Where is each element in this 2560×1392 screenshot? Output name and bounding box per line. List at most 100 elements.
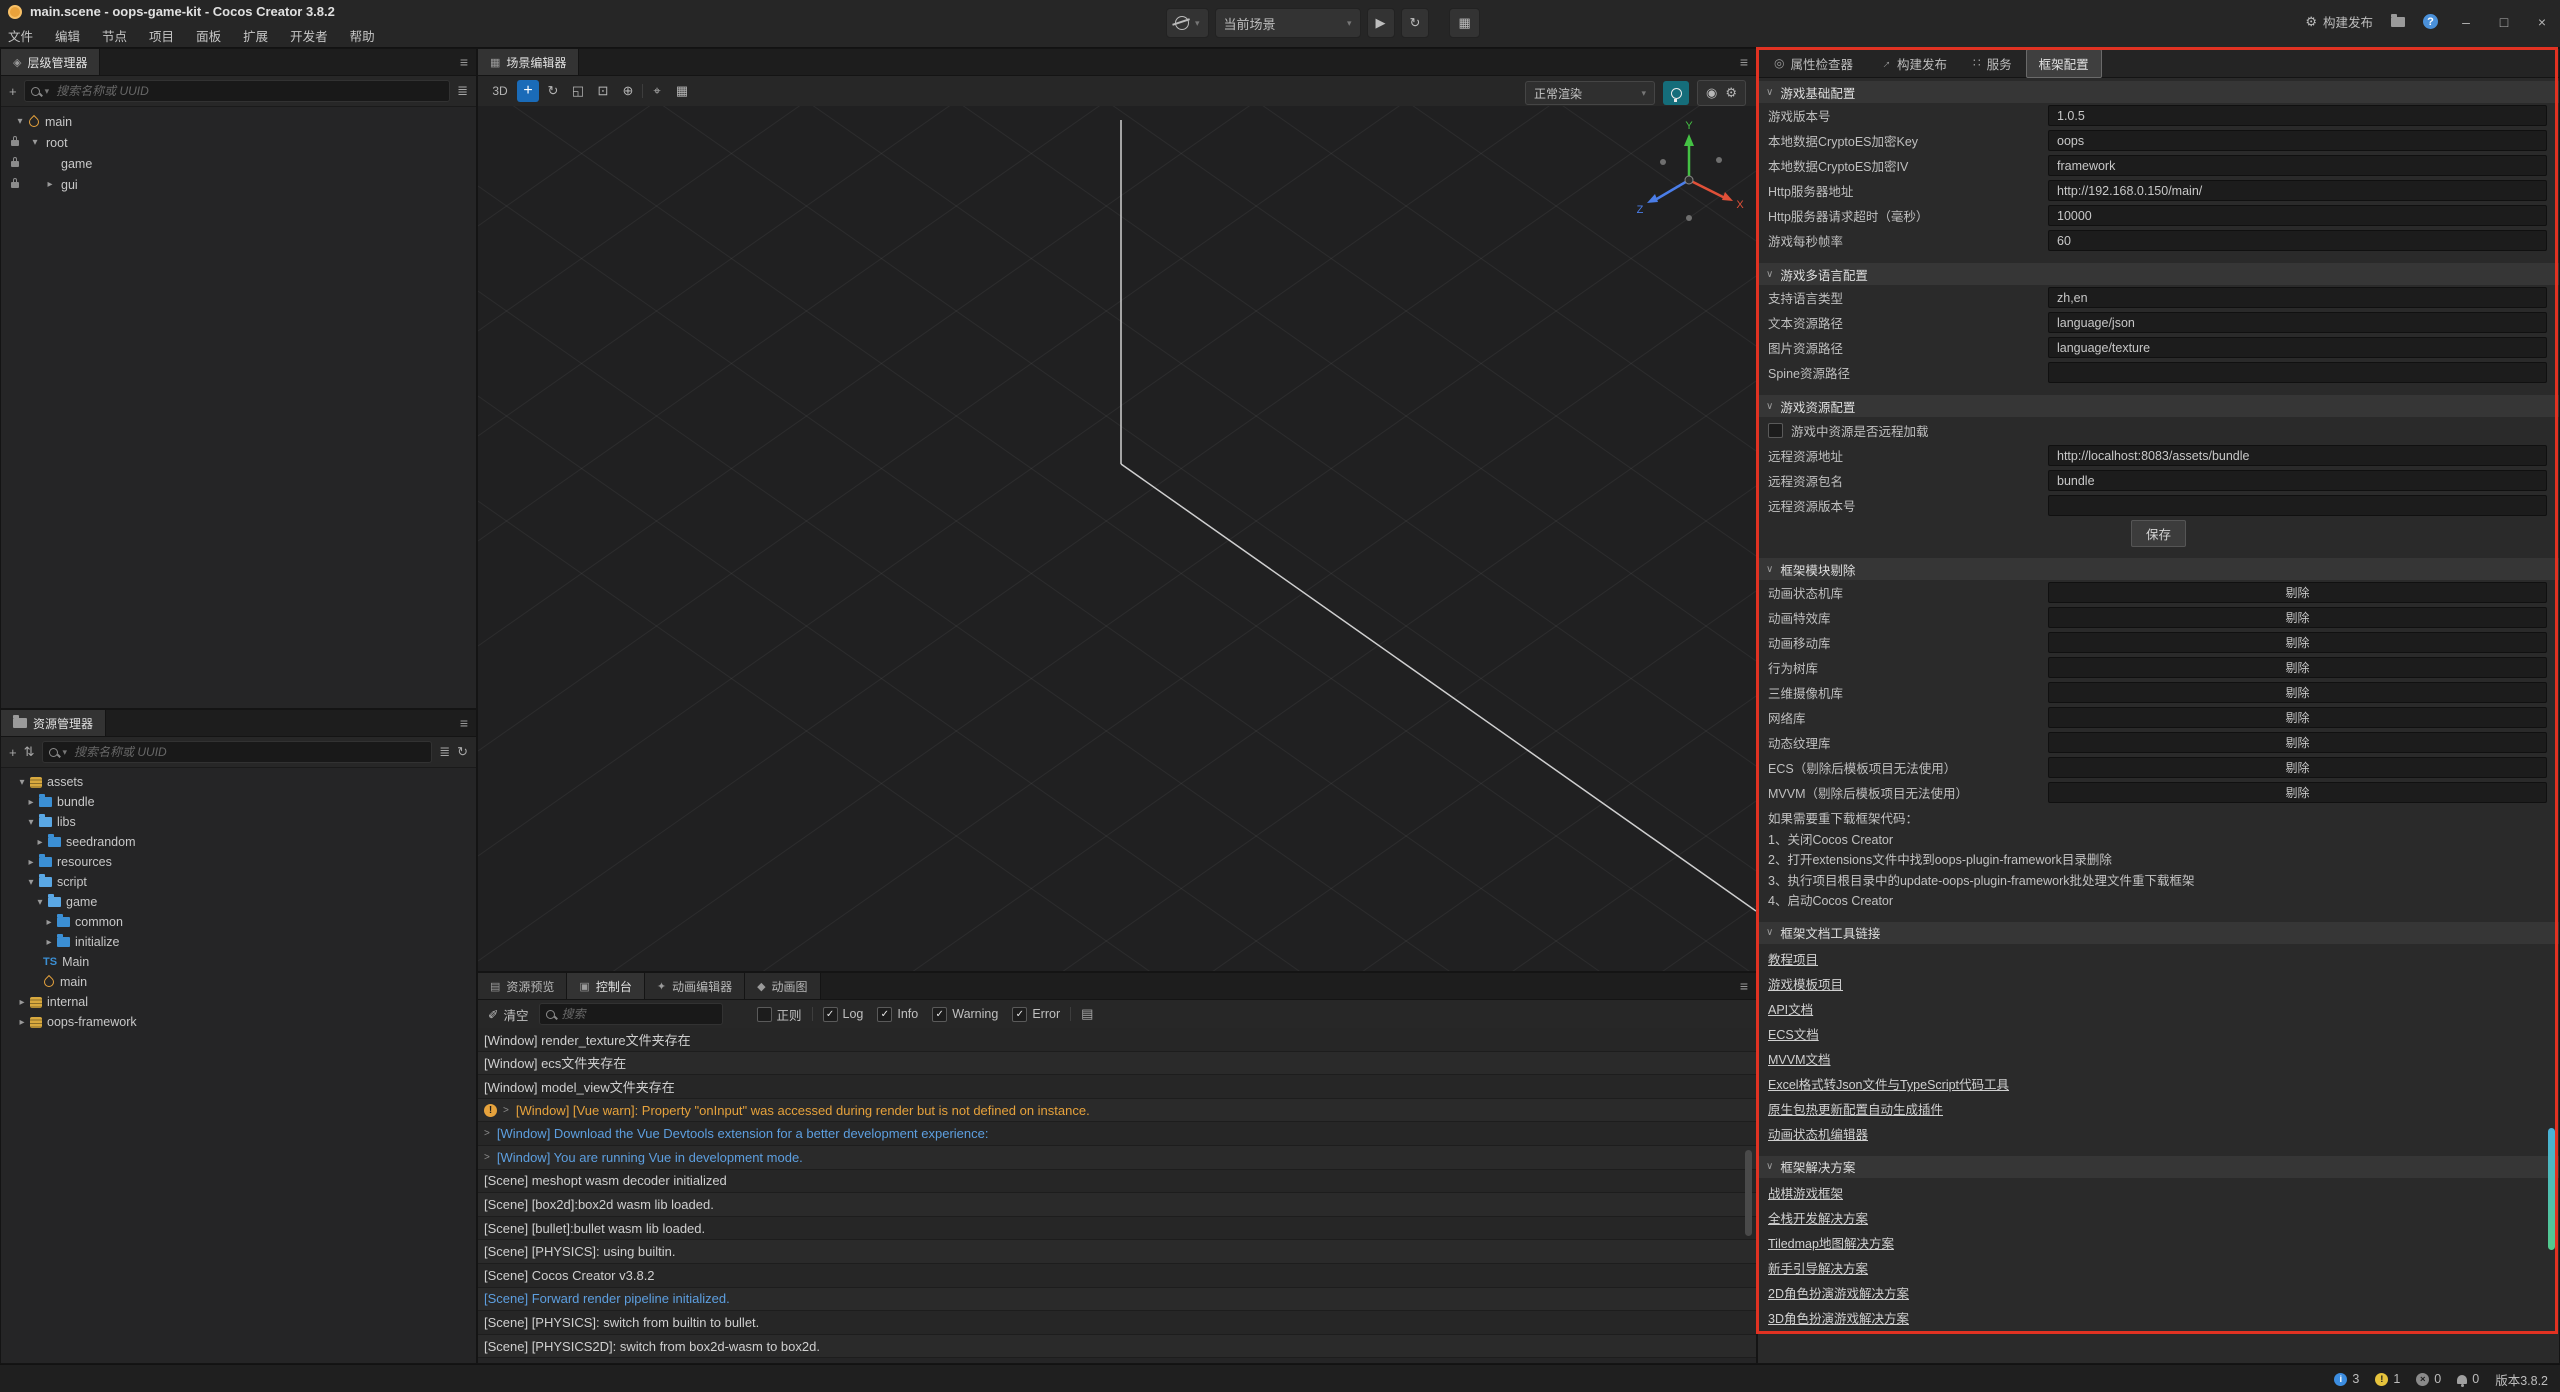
filter-checkbox[interactable] <box>823 1007 838 1022</box>
property-input[interactable] <box>2048 495 2547 516</box>
property-input[interactable] <box>2048 180 2547 201</box>
error-count[interactable]: ×0 <box>2416 1372 2441 1386</box>
warning-count[interactable]: !1 <box>2375 1372 2400 1386</box>
doc-link[interactable]: 新手引导解决方案 <box>1768 1255 1868 1280</box>
doc-link[interactable]: 全栈开发解决方案 <box>1768 1205 1868 1230</box>
tab-anim-graph[interactable]: ◆动画图 <box>745 973 820 999</box>
chevron-down-icon[interactable]: ▾ <box>24 877 38 888</box>
section-header-language[interactable]: ∨ 游戏多语言配置 <box>1758 263 2559 285</box>
chevron-down-icon[interactable]: ▾ <box>33 897 47 908</box>
scale-tool-button[interactable]: ◱ <box>567 80 589 102</box>
log-row[interactable]: [Window] model_view文件夹存在 <box>478 1075 1756 1099</box>
preview-on-device-button[interactable]: ▦ <box>1449 8 1479 38</box>
chevron-right-icon[interactable]: ▸ <box>24 797 38 808</box>
log-row[interactable]: [Scene] Forward render pipeline initiali… <box>478 1288 1756 1312</box>
axis-gizmo[interactable]: Y X Z <box>1629 118 1749 228</box>
hierarchy-search-input[interactable] <box>54 83 443 99</box>
tree-node[interactable]: ▸common <box>1 912 476 932</box>
log-row[interactable]: [Scene] [PHYSICS]: using builtin. <box>478 1240 1756 1264</box>
chevron-right-icon[interactable]: ▸ <box>24 857 38 868</box>
doc-link[interactable]: 3D角色扮演游戏解决方案 <box>1768 1305 1909 1330</box>
rotate-tool-button[interactable]: ↻ <box>542 80 564 102</box>
open-project-folder-icon[interactable] <box>2391 17 2405 27</box>
doc-link[interactable]: 原生包热更新配置自动生成插件 <box>1768 1096 1943 1121</box>
tree-node[interactable]: ▾root <box>1 132 476 153</box>
tree-node[interactable]: ▾script <box>1 872 476 892</box>
section-header-modules[interactable]: ∨ 框架模块剔除 <box>1758 558 2559 580</box>
chevron-right-icon[interactable]: ▸ <box>42 917 56 928</box>
anchor-tool-button[interactable]: ⊕ <box>617 80 639 102</box>
log-row[interactable]: [Scene] meshopt wasm decoder initialized <box>478 1170 1756 1194</box>
property-input[interactable] <box>2048 312 2547 333</box>
doc-link[interactable]: API文档 <box>1768 996 1813 1021</box>
log-row[interactable]: [Scene] Cocos Creator v3.8.2 <box>478 1264 1756 1288</box>
sort-icon[interactable]: ⇅ <box>24 744 35 760</box>
remote-load-checkbox[interactable] <box>1768 423 1783 438</box>
log-row[interactable]: [Scene] [PHYSICS]: switch from builtin t… <box>478 1311 1756 1335</box>
expand-chevron-icon[interactable]: > <box>503 1105 509 1116</box>
menu-item-4[interactable]: 面板 <box>196 26 221 45</box>
section-header-docs[interactable]: ∨ 框架文档工具链接 <box>1758 922 2559 944</box>
help-icon[interactable]: ? <box>2423 14 2438 29</box>
module-remove-button[interactable]: 剔除 <box>2048 607 2547 628</box>
menu-item-2[interactable]: 节点 <box>102 26 127 45</box>
tree-node[interactable]: ▸internal <box>1 992 476 1012</box>
module-remove-button[interactable]: 剔除 <box>2048 632 2547 653</box>
save-button[interactable]: 保存 <box>2131 520 2186 547</box>
tree-node[interactable]: ▸initialize <box>1 932 476 952</box>
filter-checkbox[interactable] <box>1012 1007 1027 1022</box>
rect-tool-button[interactable]: ⊡ <box>592 80 614 102</box>
tree-node[interactable]: main <box>1 972 476 992</box>
chevron-down-icon[interactable]: ▾ <box>24 817 38 828</box>
notification-count[interactable]: 0 <box>2457 1372 2479 1386</box>
menu-item-3[interactable]: 项目 <box>149 26 174 45</box>
filter-icon[interactable]: ≣ <box>457 83 468 99</box>
tab-framework-config[interactable]: 框架配置 <box>2026 49 2102 78</box>
log-row[interactable]: [Scene] [PHYSICS2D]: switch from box2d-w… <box>478 1335 1756 1359</box>
property-input[interactable] <box>2048 230 2547 251</box>
lighting-toggle-button[interactable] <box>1663 81 1689 105</box>
tree-node[interactable]: ▸oops-framework <box>1 1012 476 1032</box>
module-remove-button[interactable]: 剔除 <box>2048 782 2547 803</box>
play-button[interactable]: ▶ <box>1367 8 1395 38</box>
pivot-toggle-button[interactable]: ⌖ <box>646 80 668 102</box>
console-search-input[interactable] <box>560 1006 719 1022</box>
log-row[interactable]: [Window] render_texture文件夹存在 <box>478 1028 1756 1052</box>
window-minimize-button[interactable]: – <box>2456 14 2476 30</box>
panel-menu-icon[interactable]: ≡ <box>460 715 468 731</box>
module-remove-button[interactable]: 剔除 <box>2048 582 2547 603</box>
property-input[interactable] <box>2048 470 2547 491</box>
tab-inspector[interactable]: ◎属性检查器 <box>1762 50 1865 77</box>
module-remove-button[interactable]: 剔除 <box>2048 757 2547 778</box>
chevron-right-icon[interactable]: ▸ <box>33 837 47 848</box>
module-remove-button[interactable]: 剔除 <box>2048 707 2547 728</box>
chevron-down-icon[interactable]: ▾ <box>28 137 42 148</box>
scene-select-dropdown[interactable]: 当前场景 ▾ <box>1215 8 1361 38</box>
property-input[interactable] <box>2048 205 2547 226</box>
chevron-right-icon[interactable]: ▸ <box>42 937 56 948</box>
menu-item-1[interactable]: 编辑 <box>55 26 80 45</box>
scene-camera-icon[interactable]: ◉ <box>1706 85 1717 101</box>
module-remove-button[interactable]: 剔除 <box>2048 732 2547 753</box>
tree-node[interactable]: ▸bundle <box>1 792 476 812</box>
panel-menu-icon[interactable]: ≡ <box>1740 54 1748 70</box>
tab-preview[interactable]: ▤资源预览 <box>478 973 567 999</box>
section-header-basic[interactable]: ∨ 游戏基础配置 <box>1758 81 2559 103</box>
chevron-right-icon[interactable]: ▸ <box>15 1017 29 1028</box>
chevron-down-icon[interactable]: ▾ <box>45 86 50 97</box>
coordinate-toggle-button[interactable]: ▦ <box>671 80 693 102</box>
tree-node[interactable]: ▾game <box>1 892 476 912</box>
module-remove-button[interactable]: 剔除 <box>2048 682 2547 703</box>
console-scrollbar[interactable] <box>1745 1150 1752 1236</box>
panel-menu-icon[interactable]: ≡ <box>460 54 468 70</box>
doc-link[interactable]: 动画状态机编辑器 <box>1768 1121 1868 1146</box>
log-row[interactable]: [Window] ecs文件夹存在 <box>478 1052 1756 1076</box>
tree-node[interactable]: ▾libs <box>1 812 476 832</box>
filter-checkbox[interactable] <box>877 1007 892 1022</box>
tree-node[interactable]: TSMain <box>1 952 476 972</box>
window-close-button[interactable]: × <box>2532 14 2552 30</box>
scene-settings-gear-icon[interactable]: ⚙ <box>1725 85 1737 101</box>
doc-link[interactable]: 教程项目 <box>1768 946 1818 971</box>
regex-toggle[interactable]: 正则 <box>757 1005 802 1024</box>
tree-node[interactable]: ▸gui <box>1 174 476 195</box>
